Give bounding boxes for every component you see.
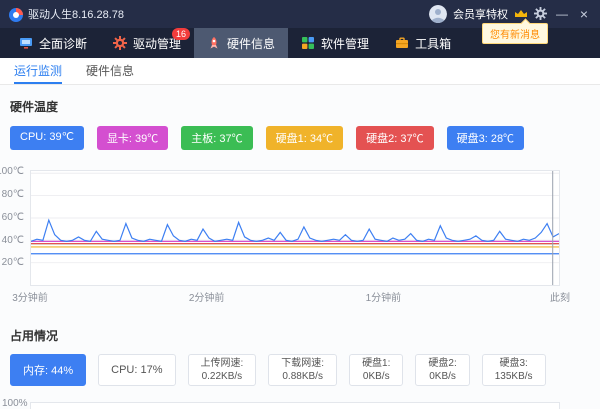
usage-card-label: 硬盘1: — [362, 357, 390, 370]
nav-tab-label: 硬件信息 — [227, 35, 275, 52]
x-axis-label: 1分钟前 — [366, 289, 402, 304]
usage-card-disk2[interactable]: 硬盘2: 0KB/s — [415, 354, 469, 386]
temperature-chart: 20℃40℃60℃80℃100℃ — [30, 170, 560, 286]
usage-card-label: CPU: 17% — [111, 364, 162, 376]
temperature-chart-svg — [31, 171, 559, 285]
usage-card-label: 下载网速: — [281, 357, 324, 370]
y-axis-label: 100℃ — [0, 166, 24, 177]
usage-card-value: 0.22KB/s — [202, 370, 243, 383]
y-axis-label: 100% — [2, 398, 26, 409]
new-message-tooltip[interactable]: 您有新消息 — [482, 23, 548, 44]
nav-tab-hardware-info[interactable]: 硬件信息 — [194, 28, 288, 58]
usage-card-disk1[interactable]: 硬盘1: 0KB/s — [349, 354, 403, 386]
nav-tab-software-management[interactable]: 软件管理 — [288, 28, 382, 58]
y-axis-label: 40℃ — [2, 235, 24, 246]
usage-chart: 100% — [30, 402, 560, 409]
crown-icon — [514, 9, 528, 19]
temp-badge-disk3[interactable]: 硬盘3: 28℃ — [447, 126, 524, 150]
usage-cards-row: 内存: 44% CPU: 17% 上传网速: 0.22KB/s 下载网速: 0.… — [10, 354, 590, 386]
usage-card-value: 135KB/s — [495, 370, 533, 383]
nav-tab-driver-management[interactable]: 驱动管理 16 — [100, 28, 194, 58]
temp-badge-disk2[interactable]: 硬盘2: 37℃ — [356, 126, 433, 150]
driver-update-count-badge: 16 — [172, 28, 190, 40]
app-logo-icon — [8, 7, 22, 21]
app-grid-icon — [301, 36, 315, 50]
tooltip-text: 您有新消息 — [490, 30, 540, 41]
usage-card-cpu[interactable]: CPU: 17% — [98, 354, 175, 386]
temperature-chart-x-axis: 3分钟前 2分钟前 1分钟前 此刻 — [30, 289, 560, 303]
temperature-chart-y-axis: 20℃40℃60℃80℃100℃ — [0, 170, 26, 286]
usage-card-value: 0KB/s — [429, 370, 456, 383]
temp-badge-cpu[interactable]: CPU: 39℃ — [10, 126, 84, 150]
nav-tab-full-diagnosis[interactable]: 全面诊断 — [6, 28, 100, 58]
usage-card-label: 硬盘2: — [428, 357, 456, 370]
y-axis-label: 80℃ — [2, 189, 24, 200]
usage-card-value: 0KB/s — [363, 370, 390, 383]
close-button[interactable]: × — [576, 6, 592, 22]
toolbox-icon — [395, 36, 409, 50]
member-label[interactable]: 会员享特权 — [453, 6, 508, 22]
temp-badge-disk1[interactable]: 硬盘1: 34℃ — [266, 126, 343, 150]
x-axis-label: 此刻 — [550, 289, 570, 304]
usage-card-download[interactable]: 下载网速: 0.88KB/s — [268, 354, 337, 386]
temperature-section-heading: 硬件温度 — [10, 98, 600, 115]
user-avatar[interactable] — [429, 5, 447, 23]
temperature-badges-row: CPU: 39℃ 显卡: 39℃ 主板: 37℃ 硬盘1: 34℃ 硬盘2: 3… — [10, 126, 600, 150]
temperature-chart-plot — [30, 170, 560, 286]
nav-tab-toolbox[interactable]: 工具箱 — [382, 28, 464, 58]
content-area: 硬件温度 CPU: 39℃ 显卡: 39℃ 主板: 37℃ 硬盘1: 34℃ 硬… — [0, 85, 600, 409]
nav-tab-label: 全面诊断 — [39, 35, 87, 52]
subtab-hardware-info[interactable]: 硬件信息 — [86, 58, 134, 84]
x-axis-label: 3分钟前 — [12, 289, 48, 304]
app-title: 驱动人生8.16.28.78 — [28, 6, 124, 22]
usage-card-label: 上传网速: — [201, 357, 244, 370]
sub-tabs: 运行监测 硬件信息 — [0, 58, 600, 85]
usage-card-upload[interactable]: 上传网速: 0.22KB/s — [188, 354, 257, 386]
y-axis-label: 20℃ — [2, 257, 24, 268]
nav-tab-label: 工具箱 — [415, 35, 451, 52]
usage-chart-plot — [30, 402, 560, 409]
rocket-icon — [207, 36, 221, 50]
x-axis-label: 2分钟前 — [189, 289, 225, 304]
usage-card-label: 内存: 44% — [23, 362, 73, 378]
minimize-button[interactable]: — — [554, 7, 570, 21]
usage-card-value: 0.88KB/s — [282, 370, 323, 383]
y-axis-label: 60℃ — [2, 212, 24, 223]
gear-icon — [113, 36, 127, 50]
usage-card-label: 硬盘3: — [499, 357, 527, 370]
monitor-icon — [19, 36, 33, 50]
usage-section-heading: 占用情况 — [10, 327, 600, 344]
temp-badge-gpu[interactable]: 显卡: 39℃ — [97, 126, 168, 150]
usage-card-disk3[interactable]: 硬盘3: 135KB/s — [482, 354, 546, 386]
subtab-running-monitor[interactable]: 运行监测 — [14, 58, 62, 84]
settings-gear-icon[interactable] — [534, 7, 548, 21]
usage-card-memory[interactable]: 内存: 44% — [10, 354, 86, 386]
nav-tab-label: 软件管理 — [321, 35, 369, 52]
temp-badge-board[interactable]: 主板: 37℃ — [181, 126, 252, 150]
